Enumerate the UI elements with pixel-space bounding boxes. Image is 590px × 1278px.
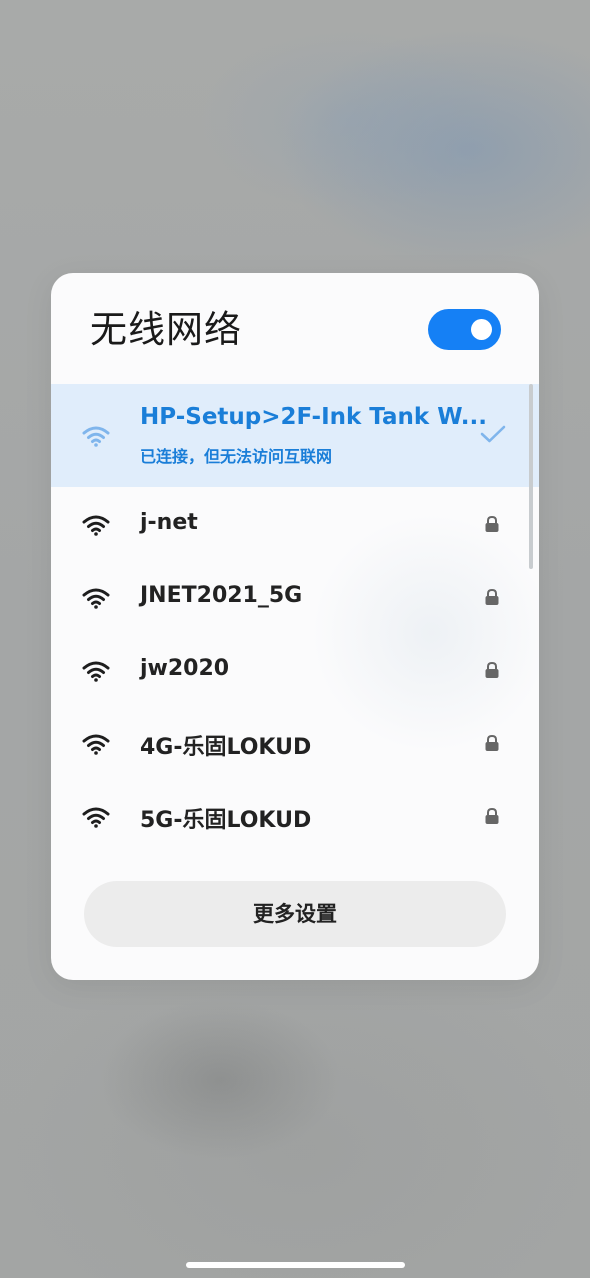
toggle-knob <box>471 319 492 340</box>
wifi-icon <box>82 807 110 828</box>
wifi-icon <box>82 515 110 536</box>
network-name: 5G-乐固LOKUD <box>140 808 312 833</box>
wifi-toggle[interactable] <box>428 309 501 350</box>
network-name: HP-Setup>2F-Ink Tank W... <box>140 404 487 430</box>
network-row[interactable]: 4G-乐固LOKUD <box>51 706 539 779</box>
network-status: 已连接，但无法访问互联网 <box>140 447 333 466</box>
lock-icon <box>485 734 499 751</box>
wifi-icon <box>82 588 110 609</box>
network-row-connected[interactable]: HP-Setup>2F-Ink Tank W... 已连接，但无法访问互联网 <box>51 384 539 487</box>
panel-title: 无线网络 <box>90 308 242 351</box>
network-name: 4G-乐固LOKUD <box>140 735 312 760</box>
network-row[interactable]: 5G-乐固LOKUD <box>51 779 539 852</box>
wifi-icon <box>82 734 110 755</box>
network-row[interactable]: JNET2021_5G <box>51 560 539 633</box>
home-indicator[interactable] <box>186 1262 405 1268</box>
network-name: JNET2021_5G <box>140 583 303 608</box>
lock-icon <box>485 588 499 605</box>
wifi-icon <box>82 661 110 682</box>
lock-icon <box>485 661 499 678</box>
network-name: jw2020 <box>140 656 230 681</box>
network-list: HP-Setup>2F-Ink Tank W... 已连接，但无法访问互联网 j… <box>51 384 539 852</box>
lock-icon <box>485 807 499 824</box>
network-name: j-net <box>140 510 198 535</box>
list-scrollbar[interactable] <box>529 384 533 569</box>
network-row[interactable]: jw2020 <box>51 633 539 706</box>
check-icon <box>480 425 506 443</box>
lock-icon <box>485 515 499 532</box>
wifi-panel: 无线网络 HP-Setup>2F-Ink Tank W... 已连接，但无法访问… <box>51 273 539 980</box>
more-settings-button[interactable]: 更多设置 <box>84 881 506 947</box>
wifi-icon <box>82 426 110 447</box>
network-row[interactable]: j-net <box>51 487 539 560</box>
